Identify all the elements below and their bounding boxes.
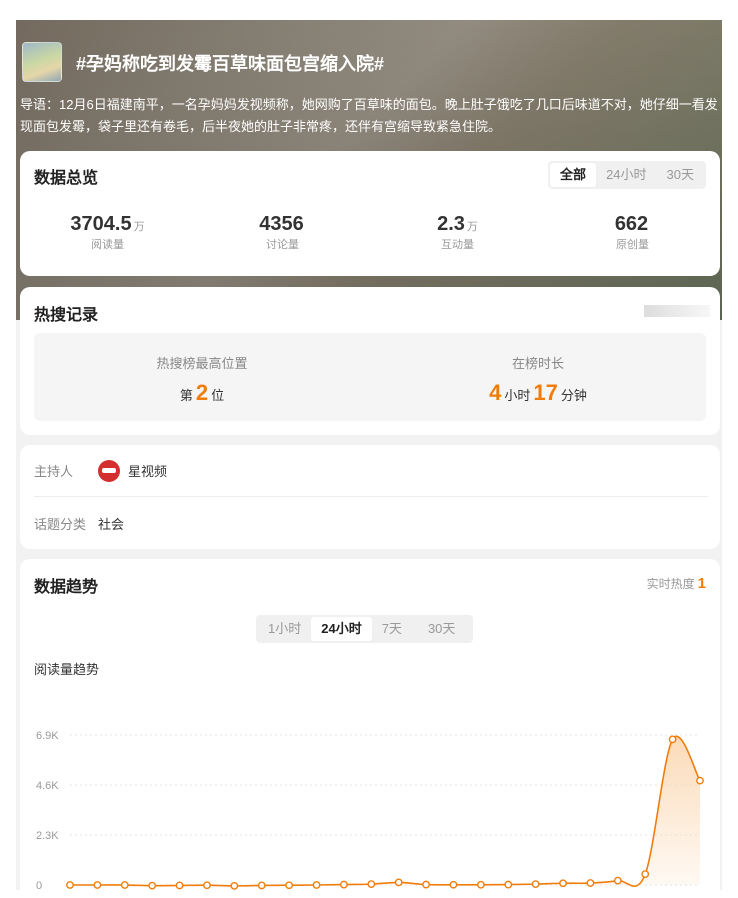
- realtime-heat: 实时热度 1: [647, 575, 706, 592]
- data-point: [668, 735, 677, 744]
- series-line: [70, 735, 701, 887]
- hot-peak-suffix: 位: [211, 388, 225, 403]
- data-point: [641, 870, 650, 879]
- stat-interaction: 2.3 万 互动量: [370, 213, 545, 252]
- data-point: [257, 881, 266, 890]
- trend-subtitle: 阅读量趋势: [34, 662, 100, 677]
- data-point: [394, 878, 403, 887]
- data-point: [148, 881, 157, 890]
- data-point: [203, 881, 211, 890]
- data-point: [696, 776, 704, 785]
- hot-search-title: 热搜记录: [34, 307, 99, 324]
- data-point: [613, 876, 622, 885]
- series-area: [70, 736, 700, 887]
- data-point: [66, 881, 74, 889]
- hot-search-placeholder: [644, 305, 710, 317]
- data-point: [531, 880, 540, 889]
- data-point: [476, 880, 485, 889]
- hot-search-card: 热搜记录 热搜榜最高位置 第2位 在榜时长 4 小时 17 分钟: [20, 287, 720, 435]
- category-key: 话题分类: [34, 516, 87, 532]
- page-container: #孕妈称吃到发霉百草味面包宫缩入院# 导语：12月6日福建南平，一名孕妈妈发视频…: [16, 20, 722, 890]
- trend-tab-24h[interactable]: 24小时: [311, 617, 372, 641]
- overview-card: 数据总览 全部 24小时 30天 3704.5 万 阅读量 4356 讨论量 2.…: [20, 151, 720, 276]
- stat-interaction-value: 2.3: [437, 213, 465, 235]
- host-key: 主持人: [34, 464, 74, 479]
- stat-original-value: 662: [614, 213, 649, 235]
- trend-time-tabs: 1小时 24小时 7天 30天: [256, 615, 474, 643]
- data-point: [175, 881, 184, 890]
- data-point: [120, 881, 129, 889]
- topic-thumbnail: [22, 42, 62, 82]
- category-value[interactable]: 社会: [98, 514, 124, 533]
- stat-discussion: 4356 讨论量: [195, 213, 370, 252]
- overview-time-tabs: 全部 24小时 30天: [548, 161, 706, 189]
- hot-duration-label: 在榜时长: [511, 356, 564, 371]
- y-tick-label: 2.3K: [36, 830, 59, 842]
- read-trend-chart: 02.3K4.6K6.9K02:0007:0012:0017:0022:00: [36, 730, 704, 890]
- trend-title: 数据趋势: [34, 579, 99, 596]
- trend-tab-1h[interactable]: 1小时: [258, 617, 311, 641]
- hot-duration-hours-unit: 小时: [504, 388, 531, 403]
- trend-tab-7d[interactable]: 7天: [372, 617, 412, 641]
- data-point: [230, 881, 239, 890]
- stat-discussion-value: 4356: [259, 213, 304, 235]
- hot-peak-value: 2: [195, 380, 209, 405]
- stat-original-label: 原创量: [616, 239, 649, 251]
- overview-tab-24h[interactable]: 24小时: [596, 163, 656, 187]
- data-point: [559, 879, 567, 888]
- topic-info-card: 主持人 星视频 话题分类 社会: [20, 445, 720, 549]
- y-tick-label: 0: [36, 880, 42, 890]
- data-point: [312, 881, 321, 889]
- overview-title: 数据总览: [34, 170, 99, 187]
- topic-intro: 导语：12月6日福建南平，一名孕妈妈发视频称，她网购了百草味的面包。晚上肚子饿吃…: [20, 97, 718, 134]
- host-row: 主持人 星视频: [34, 445, 708, 497]
- overview-tab-30d[interactable]: 30天: [657, 163, 704, 187]
- hot-peak-label: 热搜榜最高位置: [156, 356, 248, 371]
- data-point: [367, 880, 376, 889]
- data-point: [586, 879, 595, 887]
- stat-original: 662 原创量: [545, 213, 720, 252]
- data-point: [449, 880, 458, 889]
- data-point: [422, 880, 430, 889]
- y-tick-label: 4.6K: [36, 780, 59, 792]
- stat-read: 3704.5 万 阅读量: [20, 213, 195, 252]
- trend-tab-30d[interactable]: 30天: [412, 617, 471, 641]
- stat-interaction-unit: 万: [466, 221, 478, 233]
- y-tick-label: 6.9K: [36, 730, 59, 742]
- hot-duration-hours: 4: [489, 380, 502, 405]
- category-row: 话题分类 社会: [34, 497, 708, 549]
- data-point: [504, 880, 513, 889]
- data-point: [93, 881, 102, 889]
- trend-card: 数据趋势 实时热度 1 1小时 24小时 7天 30天 阅读量趋势 0 2.3K 4.…: [20, 559, 720, 890]
- hot-duration-minutes-unit: 分钟: [560, 388, 587, 403]
- stat-read-value: 3704.5: [70, 213, 132, 235]
- host-name[interactable]: 星视频: [128, 461, 167, 480]
- realtime-heat-label: 实时热度: [646, 577, 695, 591]
- hot-search-summary: 热搜榜最高位置 第2位 在榜时长 4 小时 17 分钟: [34, 333, 706, 421]
- hot-peak: 热搜榜最高位置 第2位: [34, 333, 370, 421]
- hot-duration: 在榜时长 4 小时 17 分钟: [370, 333, 706, 421]
- stat-discussion-label: 讨论量: [266, 239, 299, 251]
- hot-peak-prefix: 第: [179, 388, 193, 403]
- data-point: [340, 880, 348, 889]
- data-point: [285, 881, 294, 890]
- overview-stats: 3704.5 万 阅读量 4356 讨论量 2.3 万 互动量 662 原创量: [20, 213, 720, 252]
- stat-read-label: 阅读量: [91, 239, 124, 251]
- topic-title: #孕妈称吃到发霉百草味面包宫缩入院#: [76, 54, 385, 74]
- realtime-heat-value: 1: [697, 575, 706, 592]
- stat-read-unit: 万: [133, 221, 145, 233]
- hot-duration-minutes: 17: [533, 380, 558, 405]
- stat-interaction-label: 互动量: [441, 239, 474, 251]
- host-logo-icon: [98, 459, 120, 482]
- overview-tab-all[interactable]: 全部: [550, 163, 597, 187]
